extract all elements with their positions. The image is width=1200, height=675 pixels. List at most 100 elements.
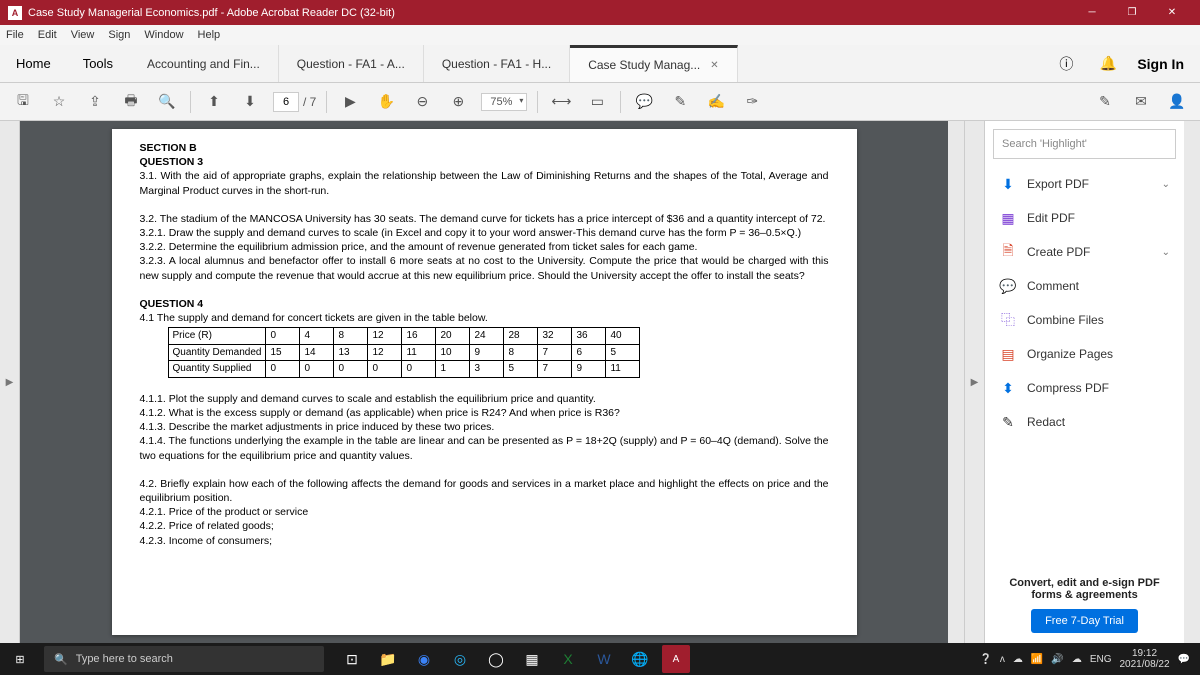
fit-page-icon[interactable]: ▭ bbox=[584, 89, 610, 115]
chrome-icon[interactable]: ◯ bbox=[482, 645, 510, 673]
create-icon: 🗎 bbox=[999, 243, 1017, 261]
tray-help-icon[interactable]: ❔ bbox=[979, 654, 991, 665]
taskbar-search[interactable]: 🔍 Type here to search bbox=[44, 646, 324, 672]
word-icon[interactable]: W bbox=[590, 645, 618, 673]
app-icon-2[interactable]: 🌐 bbox=[626, 645, 654, 673]
supply-demand-table: Price (R)0481216202428323640Quantity Dem… bbox=[168, 327, 641, 378]
tray-onedrive-icon[interactable]: ☁ bbox=[1072, 654, 1082, 665]
panel-edit-pdf[interactable]: ▦Edit PDF bbox=[985, 201, 1184, 235]
tray-lang[interactable]: ENG bbox=[1090, 654, 1112, 665]
panel-search-input[interactable]: Search 'Highlight' bbox=[993, 129, 1176, 159]
print-icon[interactable]: 🖶 bbox=[118, 89, 144, 115]
compress-icon: ⬍ bbox=[999, 379, 1017, 397]
page-total: / 7 bbox=[303, 95, 316, 109]
q4-1-2-text: 4.1.2. What is the excess supply or dema… bbox=[140, 406, 829, 420]
pdf-app-icon: A bbox=[8, 6, 22, 20]
tools-tab[interactable]: Tools bbox=[67, 45, 129, 82]
edit-icon: ▦ bbox=[999, 209, 1017, 227]
menu-file[interactable]: File bbox=[6, 29, 24, 41]
stamp-icon[interactable]: ✑ bbox=[739, 89, 765, 115]
panel-export-pdf[interactable]: ⬇Export PDF⌄ bbox=[985, 167, 1184, 201]
q4-2-3-text: 4.2.3. Income of consumers; bbox=[140, 534, 829, 548]
windows-taskbar: ⊞ 🔍 Type here to search ⊡ 📁 ◉ ◎ ◯ ▦ X W … bbox=[0, 643, 1200, 675]
comment-icon[interactable]: 💬 bbox=[631, 89, 657, 115]
question-4-heading: QUESTION 4 bbox=[140, 298, 204, 310]
zoom-in-icon[interactable]: ⊕ bbox=[445, 89, 471, 115]
page-down-icon[interactable]: ⬇ bbox=[237, 89, 263, 115]
menu-edit[interactable]: Edit bbox=[38, 29, 57, 41]
right-sidebar-toggle[interactable]: ▶ bbox=[964, 121, 984, 643]
doc-tab-2[interactable]: Question - FA1 - H... bbox=[424, 45, 570, 82]
panel-scrollbar[interactable] bbox=[1184, 121, 1200, 643]
app-icon-1[interactable]: ◉ bbox=[410, 645, 438, 673]
tray-chevron-icon[interactable]: ʌ bbox=[1000, 654, 1005, 665]
pointer-icon[interactable]: ▶ bbox=[337, 89, 363, 115]
free-trial-button[interactable]: Free 7-Day Trial bbox=[1031, 609, 1138, 633]
panel-create-pdf[interactable]: 🗎Create PDF⌄ bbox=[985, 235, 1184, 269]
sign-icon[interactable]: ✍ bbox=[703, 89, 729, 115]
tray-notification-icon[interactable]: 💬 bbox=[1178, 654, 1190, 665]
chevron-down-icon: ⌄ bbox=[1162, 247, 1170, 258]
share-icon[interactable]: 👤 bbox=[1164, 89, 1190, 115]
highlight-icon[interactable]: ✎ bbox=[667, 89, 693, 115]
document-viewport[interactable]: SECTION B QUESTION 3 3.1. With the aid o… bbox=[20, 121, 948, 643]
menu-view[interactable]: View bbox=[71, 29, 95, 41]
erase-icon[interactable]: ✎ bbox=[1092, 89, 1118, 115]
panel-comment[interactable]: 💬Comment bbox=[985, 269, 1184, 303]
doc-tab-3[interactable]: Case Study Manag...✕ bbox=[570, 45, 737, 82]
star-icon[interactable]: ☆ bbox=[46, 89, 72, 115]
doc-tab-1[interactable]: Question - FA1 - A... bbox=[279, 45, 424, 82]
explorer-icon[interactable]: 📁 bbox=[374, 645, 402, 673]
close-button[interactable]: ✕ bbox=[1152, 0, 1192, 25]
store-icon[interactable]: ▦ bbox=[518, 645, 546, 673]
vertical-scrollbar[interactable] bbox=[948, 121, 964, 643]
combine-icon: ⿻ bbox=[999, 311, 1017, 329]
excel-icon[interactable]: X bbox=[554, 645, 582, 673]
comment-panel-icon: 💬 bbox=[999, 277, 1017, 295]
home-tab[interactable]: Home bbox=[0, 45, 67, 82]
pdf-page: SECTION B QUESTION 3 3.1. With the aid o… bbox=[112, 129, 857, 635]
doc-tab-0[interactable]: Accounting and Fin... bbox=[129, 45, 279, 82]
page-number-input[interactable] bbox=[273, 92, 299, 112]
minimize-button[interactable]: ─ bbox=[1072, 0, 1112, 25]
chevron-down-icon: ⌄ bbox=[1162, 179, 1170, 190]
tools-panel: Search 'Highlight' ⬇Export PDF⌄ ▦Edit PD… bbox=[984, 121, 1184, 643]
search-icon[interactable]: 🔍 bbox=[154, 89, 180, 115]
tray-clock[interactable]: 19:12 2021/08/22 bbox=[1119, 648, 1169, 670]
tray-cloud-icon[interactable]: ☁ bbox=[1013, 654, 1023, 665]
q4-2-1-text: 4.2.1. Price of the product or service bbox=[140, 505, 829, 519]
tray-sound-icon[interactable]: 🔊 bbox=[1051, 654, 1063, 665]
promo-text: Convert, edit and e-sign PDF forms & agr… bbox=[995, 577, 1174, 601]
mail-icon[interactable]: ✉ bbox=[1128, 89, 1154, 115]
organize-icon: ▤ bbox=[999, 345, 1017, 363]
tab-close-icon[interactable]: ✕ bbox=[710, 60, 718, 71]
export-icon: ⬇ bbox=[999, 175, 1017, 193]
menu-sign[interactable]: Sign bbox=[108, 29, 130, 41]
tray-wifi-icon[interactable]: 📶 bbox=[1031, 654, 1043, 665]
panel-organize[interactable]: ▤Organize Pages bbox=[985, 337, 1184, 371]
task-view-icon[interactable]: ⊡ bbox=[338, 645, 366, 673]
fit-width-icon[interactable]: ⟷ bbox=[548, 89, 574, 115]
panel-combine[interactable]: ⿻Combine Files bbox=[985, 303, 1184, 337]
q4-1-4-text: 4.1.4. The functions underlying the exam… bbox=[140, 434, 829, 462]
help-icon[interactable]: ⓘ bbox=[1053, 51, 1079, 77]
bell-icon[interactable]: 🔔 bbox=[1095, 51, 1121, 77]
q3-1-text: 3.1. With the aid of appropriate graphs,… bbox=[140, 169, 829, 197]
menu-help[interactable]: Help bbox=[198, 29, 221, 41]
edge-icon[interactable]: ◎ bbox=[446, 645, 474, 673]
zoom-out-icon[interactable]: ⊖ bbox=[409, 89, 435, 115]
cloud-icon[interactable]: ⇪ bbox=[82, 89, 108, 115]
start-button[interactable]: ⊞ bbox=[0, 653, 40, 666]
left-sidebar-toggle[interactable]: ▶ bbox=[0, 121, 20, 643]
panel-compress[interactable]: ⬍Compress PDF bbox=[985, 371, 1184, 405]
page-up-icon[interactable]: ⬆ bbox=[201, 89, 227, 115]
sign-in-button[interactable]: Sign In bbox=[1137, 56, 1184, 72]
maximize-button[interactable]: ❐ bbox=[1112, 0, 1152, 25]
hand-icon[interactable]: ✋ bbox=[373, 89, 399, 115]
panel-redact[interactable]: ✎Redact bbox=[985, 405, 1184, 439]
acrobat-icon[interactable]: A bbox=[662, 645, 690, 673]
save-icon[interactable]: 🖫 bbox=[10, 89, 36, 115]
zoom-select[interactable]: 75% bbox=[481, 93, 527, 111]
q3-2-1-text: 3.2.1. Draw the supply and demand curves… bbox=[140, 226, 829, 240]
menu-window[interactable]: Window bbox=[144, 29, 183, 41]
